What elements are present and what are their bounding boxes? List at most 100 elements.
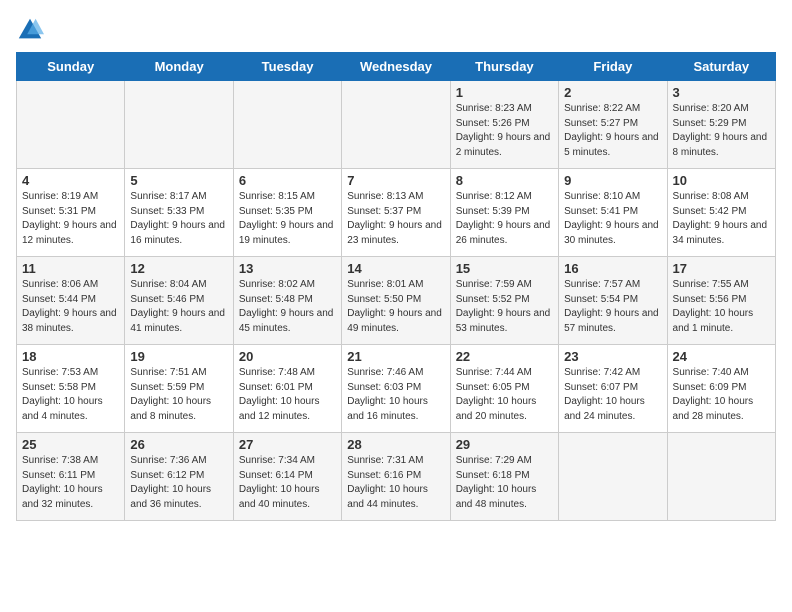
calendar-cell xyxy=(17,81,125,169)
day-info: Sunrise: 8:02 AM Sunset: 5:48 PM Dayligh… xyxy=(239,278,336,336)
day-info: Sunrise: 8:17 AM Sunset: 5:33 PM Dayligh… xyxy=(130,190,227,248)
calendar-week-row: 4 Sunrise: 8:19 AM Sunset: 5:31 PM Daylig… xyxy=(17,169,776,257)
calendar-cell: 7 Sunrise: 8:13 AM Sunset: 5:37 PM Daylig… xyxy=(342,169,450,257)
calendar-cell: 10 Sunrise: 8:08 AM Sunset: 5:42 PM Dayli… xyxy=(667,169,775,257)
calendar-cell xyxy=(342,81,450,169)
calendar-cell: 4 Sunrise: 8:19 AM Sunset: 5:31 PM Daylig… xyxy=(17,169,125,257)
calendar-cell: 23 Sunrise: 7:42 AM Sunset: 6:07 PM Dayli… xyxy=(559,345,667,433)
header-cell-saturday: Saturday xyxy=(667,53,775,81)
day-info: Sunrise: 7:51 AM Sunset: 5:59 PM Dayligh… xyxy=(130,366,227,424)
calendar-cell: 13 Sunrise: 8:02 AM Sunset: 5:48 PM Dayli… xyxy=(233,257,341,345)
day-info: Sunrise: 7:44 AM Sunset: 6:05 PM Dayligh… xyxy=(456,366,553,424)
day-number: 24 xyxy=(673,349,770,364)
day-info: Sunrise: 7:36 AM Sunset: 6:12 PM Dayligh… xyxy=(130,454,227,512)
calendar-week-row: 1 Sunrise: 8:23 AM Sunset: 5:26 PM Daylig… xyxy=(17,81,776,169)
calendar-cell: 18 Sunrise: 7:53 AM Sunset: 5:58 PM Dayli… xyxy=(17,345,125,433)
calendar-cell xyxy=(667,433,775,521)
day-number: 26 xyxy=(130,437,227,452)
day-number: 5 xyxy=(130,173,227,188)
calendar-cell xyxy=(233,81,341,169)
day-info: Sunrise: 7:42 AM Sunset: 6:07 PM Dayligh… xyxy=(564,366,661,424)
day-number: 12 xyxy=(130,261,227,276)
day-info: Sunrise: 8:19 AM Sunset: 5:31 PM Dayligh… xyxy=(22,190,119,248)
day-info: Sunrise: 8:06 AM Sunset: 5:44 PM Dayligh… xyxy=(22,278,119,336)
day-number: 6 xyxy=(239,173,336,188)
page-header xyxy=(16,16,776,44)
day-info: Sunrise: 7:31 AM Sunset: 6:16 PM Dayligh… xyxy=(347,454,444,512)
header-cell-tuesday: Tuesday xyxy=(233,53,341,81)
day-number: 23 xyxy=(564,349,661,364)
day-info: Sunrise: 7:53 AM Sunset: 5:58 PM Dayligh… xyxy=(22,366,119,424)
day-info: Sunrise: 7:40 AM Sunset: 6:09 PM Dayligh… xyxy=(673,366,770,424)
day-info: Sunrise: 7:57 AM Sunset: 5:54 PM Dayligh… xyxy=(564,278,661,336)
day-number: 7 xyxy=(347,173,444,188)
day-number: 27 xyxy=(239,437,336,452)
logo-icon xyxy=(16,16,44,44)
day-info: Sunrise: 8:12 AM Sunset: 5:39 PM Dayligh… xyxy=(456,190,553,248)
day-info: Sunrise: 8:20 AM Sunset: 5:29 PM Dayligh… xyxy=(673,102,770,160)
day-number: 28 xyxy=(347,437,444,452)
calendar-cell: 16 Sunrise: 7:57 AM Sunset: 5:54 PM Dayli… xyxy=(559,257,667,345)
day-info: Sunrise: 8:23 AM Sunset: 5:26 PM Dayligh… xyxy=(456,102,553,160)
calendar-cell: 28 Sunrise: 7:31 AM Sunset: 6:16 PM Dayli… xyxy=(342,433,450,521)
calendar-table: SundayMondayTuesdayWednesdayThursdayFrid… xyxy=(16,52,776,521)
day-info: Sunrise: 8:08 AM Sunset: 5:42 PM Dayligh… xyxy=(673,190,770,248)
calendar-cell: 14 Sunrise: 8:01 AM Sunset: 5:50 PM Dayli… xyxy=(342,257,450,345)
calendar-cell: 11 Sunrise: 8:06 AM Sunset: 5:44 PM Dayli… xyxy=(17,257,125,345)
day-number: 18 xyxy=(22,349,119,364)
day-number: 17 xyxy=(673,261,770,276)
day-info: Sunrise: 8:22 AM Sunset: 5:27 PM Dayligh… xyxy=(564,102,661,160)
day-info: Sunrise: 7:59 AM Sunset: 5:52 PM Dayligh… xyxy=(456,278,553,336)
day-info: Sunrise: 7:55 AM Sunset: 5:56 PM Dayligh… xyxy=(673,278,770,336)
day-info: Sunrise: 7:38 AM Sunset: 6:11 PM Dayligh… xyxy=(22,454,119,512)
calendar-cell: 6 Sunrise: 8:15 AM Sunset: 5:35 PM Daylig… xyxy=(233,169,341,257)
day-info: Sunrise: 7:34 AM Sunset: 6:14 PM Dayligh… xyxy=(239,454,336,512)
day-number: 9 xyxy=(564,173,661,188)
day-info: Sunrise: 7:48 AM Sunset: 6:01 PM Dayligh… xyxy=(239,366,336,424)
calendar-cell: 21Sunrise: 7:46 AM Sunset: 6:03 PM Dayli… xyxy=(342,345,450,433)
day-info: Sunrise: 8:15 AM Sunset: 5:35 PM Dayligh… xyxy=(239,190,336,248)
day-number: 10 xyxy=(673,173,770,188)
header-cell-monday: Monday xyxy=(125,53,233,81)
calendar-week-row: 11 Sunrise: 8:06 AM Sunset: 5:44 PM Dayli… xyxy=(17,257,776,345)
calendar-cell: 26 Sunrise: 7:36 AM Sunset: 6:12 PM Dayli… xyxy=(125,433,233,521)
calendar-cell: 5 Sunrise: 8:17 AM Sunset: 5:33 PM Daylig… xyxy=(125,169,233,257)
calendar-cell: 27 Sunrise: 7:34 AM Sunset: 6:14 PM Dayli… xyxy=(233,433,341,521)
day-info: Sunrise: 8:01 AM Sunset: 5:50 PM Dayligh… xyxy=(347,278,444,336)
calendar-cell: 9 Sunrise: 8:10 AM Sunset: 5:41 PM Daylig… xyxy=(559,169,667,257)
calendar-cell xyxy=(125,81,233,169)
day-number: 14 xyxy=(347,261,444,276)
day-number: 20 xyxy=(239,349,336,364)
logo xyxy=(16,16,48,44)
calendar-cell: 22Sunrise: 7:44 AM Sunset: 6:05 PM Dayli… xyxy=(450,345,558,433)
day-info: Sunrise: 7:29 AM Sunset: 6:18 PM Dayligh… xyxy=(456,454,553,512)
day-number: 16 xyxy=(564,261,661,276)
day-number: 13 xyxy=(239,261,336,276)
calendar-header-row: SundayMondayTuesdayWednesdayThursdayFrid… xyxy=(17,53,776,81)
day-number: 29 xyxy=(456,437,553,452)
header-cell-sunday: Sunday xyxy=(17,53,125,81)
day-info: Sunrise: 8:10 AM Sunset: 5:41 PM Dayligh… xyxy=(564,190,661,248)
calendar-cell: 2 Sunrise: 8:22 AM Sunset: 5:27 PM Daylig… xyxy=(559,81,667,169)
calendar-week-row: 25Sunrise: 7:38 AM Sunset: 6:11 PM Dayli… xyxy=(17,433,776,521)
day-info: Sunrise: 8:13 AM Sunset: 5:37 PM Dayligh… xyxy=(347,190,444,248)
day-number: 11 xyxy=(22,261,119,276)
calendar-cell: 19Sunrise: 7:51 AM Sunset: 5:59 PM Dayli… xyxy=(125,345,233,433)
day-number: 2 xyxy=(564,85,661,100)
day-number: 4 xyxy=(22,173,119,188)
header-cell-friday: Friday xyxy=(559,53,667,81)
day-number: 1 xyxy=(456,85,553,100)
header-cell-wednesday: Wednesday xyxy=(342,53,450,81)
calendar-cell: 8 Sunrise: 8:12 AM Sunset: 5:39 PM Daylig… xyxy=(450,169,558,257)
day-number: 21 xyxy=(347,349,444,364)
calendar-cell: 1 Sunrise: 8:23 AM Sunset: 5:26 PM Daylig… xyxy=(450,81,558,169)
calendar-cell xyxy=(559,433,667,521)
day-info: Sunrise: 8:04 AM Sunset: 5:46 PM Dayligh… xyxy=(130,278,227,336)
calendar-cell: 12 Sunrise: 8:04 AM Sunset: 5:46 PM Dayli… xyxy=(125,257,233,345)
day-number: 8 xyxy=(456,173,553,188)
day-number: 15 xyxy=(456,261,553,276)
calendar-cell: 25Sunrise: 7:38 AM Sunset: 6:11 PM Dayli… xyxy=(17,433,125,521)
calendar-week-row: 18 Sunrise: 7:53 AM Sunset: 5:58 PM Dayli… xyxy=(17,345,776,433)
day-number: 3 xyxy=(673,85,770,100)
calendar-cell: 29 Sunrise: 7:29 AM Sunset: 6:18 PM Dayli… xyxy=(450,433,558,521)
